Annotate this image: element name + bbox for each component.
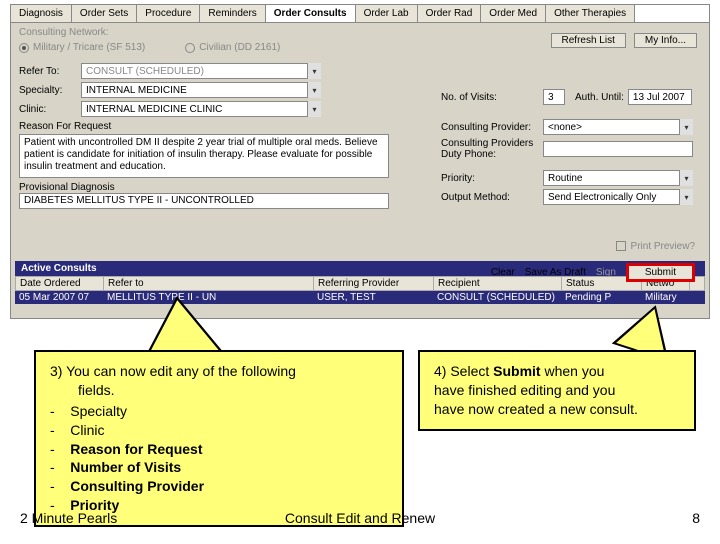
- tab-order-lab[interactable]: Order Lab: [356, 5, 418, 22]
- auth-until-field[interactable]: 13 Jul 2007: [628, 89, 692, 105]
- radio-icon: [19, 43, 29, 53]
- tab-bar: Diagnosis Order Sets Procedure Reminders…: [11, 5, 709, 23]
- tab-procedure[interactable]: Procedure: [137, 5, 200, 22]
- reason-textarea[interactable]: Patient with uncontrolled DM II despite …: [19, 134, 389, 178]
- footer-page-number: 8: [692, 510, 700, 526]
- provisional-diagnosis-field[interactable]: DIABETES MELLITUS TYPE II - UNCONTROLLED: [19, 193, 389, 209]
- tab-order-med[interactable]: Order Med: [481, 5, 546, 22]
- refer-to-label: Refer To:: [19, 66, 73, 77]
- save-draft-link[interactable]: Save As Draft: [525, 267, 586, 278]
- specialty-field[interactable]: INTERNAL MEDICINE: [81, 82, 321, 98]
- auth-until-label: Auth. Until:: [575, 92, 624, 103]
- radio-military: Military / Tricare (SF 513): [19, 42, 145, 53]
- tab-order-consults[interactable]: Order Consults: [266, 5, 356, 22]
- priority-field[interactable]: Routine: [543, 170, 693, 186]
- output-method-field[interactable]: Send Electronically Only: [543, 189, 693, 205]
- tab-reminders[interactable]: Reminders: [200, 5, 265, 22]
- table-row[interactable]: 05 Mar 2007 07 MELLITUS TYPE II - UN USE…: [15, 291, 705, 304]
- priority-label: Priority:: [441, 173, 539, 184]
- my-info-button[interactable]: My Info...: [634, 33, 697, 48]
- output-method-label: Output Method:: [441, 192, 539, 203]
- chevron-down-icon[interactable]: [307, 101, 321, 117]
- tab-other-therapies[interactable]: Other Therapies: [546, 5, 635, 22]
- chevron-down-icon[interactable]: [679, 189, 693, 205]
- chevron-down-icon[interactable]: [307, 82, 321, 98]
- callout-step-3: 3) You can now edit any of the following…: [34, 350, 404, 527]
- app-window: Diagnosis Order Sets Procedure Reminders…: [10, 4, 710, 319]
- radio-civilian: Civilian (DD 2161): [185, 42, 280, 53]
- visits-label: No. of Visits:: [441, 92, 539, 103]
- print-preview-checkbox[interactable]: [616, 241, 626, 251]
- tab-order-rad[interactable]: Order Rad: [418, 5, 482, 22]
- clear-link[interactable]: Clear: [491, 267, 515, 278]
- specialty-label: Specialty:: [19, 85, 73, 96]
- footer-left: 2 Minute Pearls: [20, 510, 117, 526]
- chevron-down-icon[interactable]: [307, 63, 321, 79]
- duty-phone-label: Consulting ProvidersDuty Phone:: [441, 138, 539, 160]
- consulting-provider-label: Consulting Provider:: [441, 122, 539, 133]
- right-form-block: No. of Visits: 3 Auth. Until: 13 Jul 200…: [441, 89, 703, 208]
- radio-icon: [185, 43, 195, 53]
- tab-order-sets[interactable]: Order Sets: [72, 5, 137, 22]
- submit-button[interactable]: Submit: [626, 263, 695, 282]
- print-preview-label: Print Preview?: [631, 241, 695, 252]
- chevron-down-icon[interactable]: [679, 119, 693, 135]
- refer-to-field[interactable]: CONSULT (SCHEDULED): [81, 63, 321, 79]
- chevron-down-icon[interactable]: [679, 170, 693, 186]
- sign-link: Sign: [596, 267, 616, 278]
- tab-diagnosis[interactable]: Diagnosis: [11, 5, 72, 22]
- visits-field[interactable]: 3: [543, 89, 565, 105]
- consulting-provider-field[interactable]: <none>: [543, 119, 693, 135]
- refresh-list-button[interactable]: Refresh List: [551, 33, 626, 48]
- clinic-label: Clinic:: [19, 104, 73, 115]
- duty-phone-field[interactable]: [543, 141, 693, 157]
- clinic-field[interactable]: INTERNAL MEDICINE CLINIC: [81, 101, 321, 117]
- slide-footer: 2 Minute Pearls Consult Edit and Renew 8: [0, 510, 720, 526]
- callout-step-4: 4) Select Submit when you have finished …: [418, 350, 696, 431]
- footer-center: Consult Edit and Renew: [285, 510, 435, 526]
